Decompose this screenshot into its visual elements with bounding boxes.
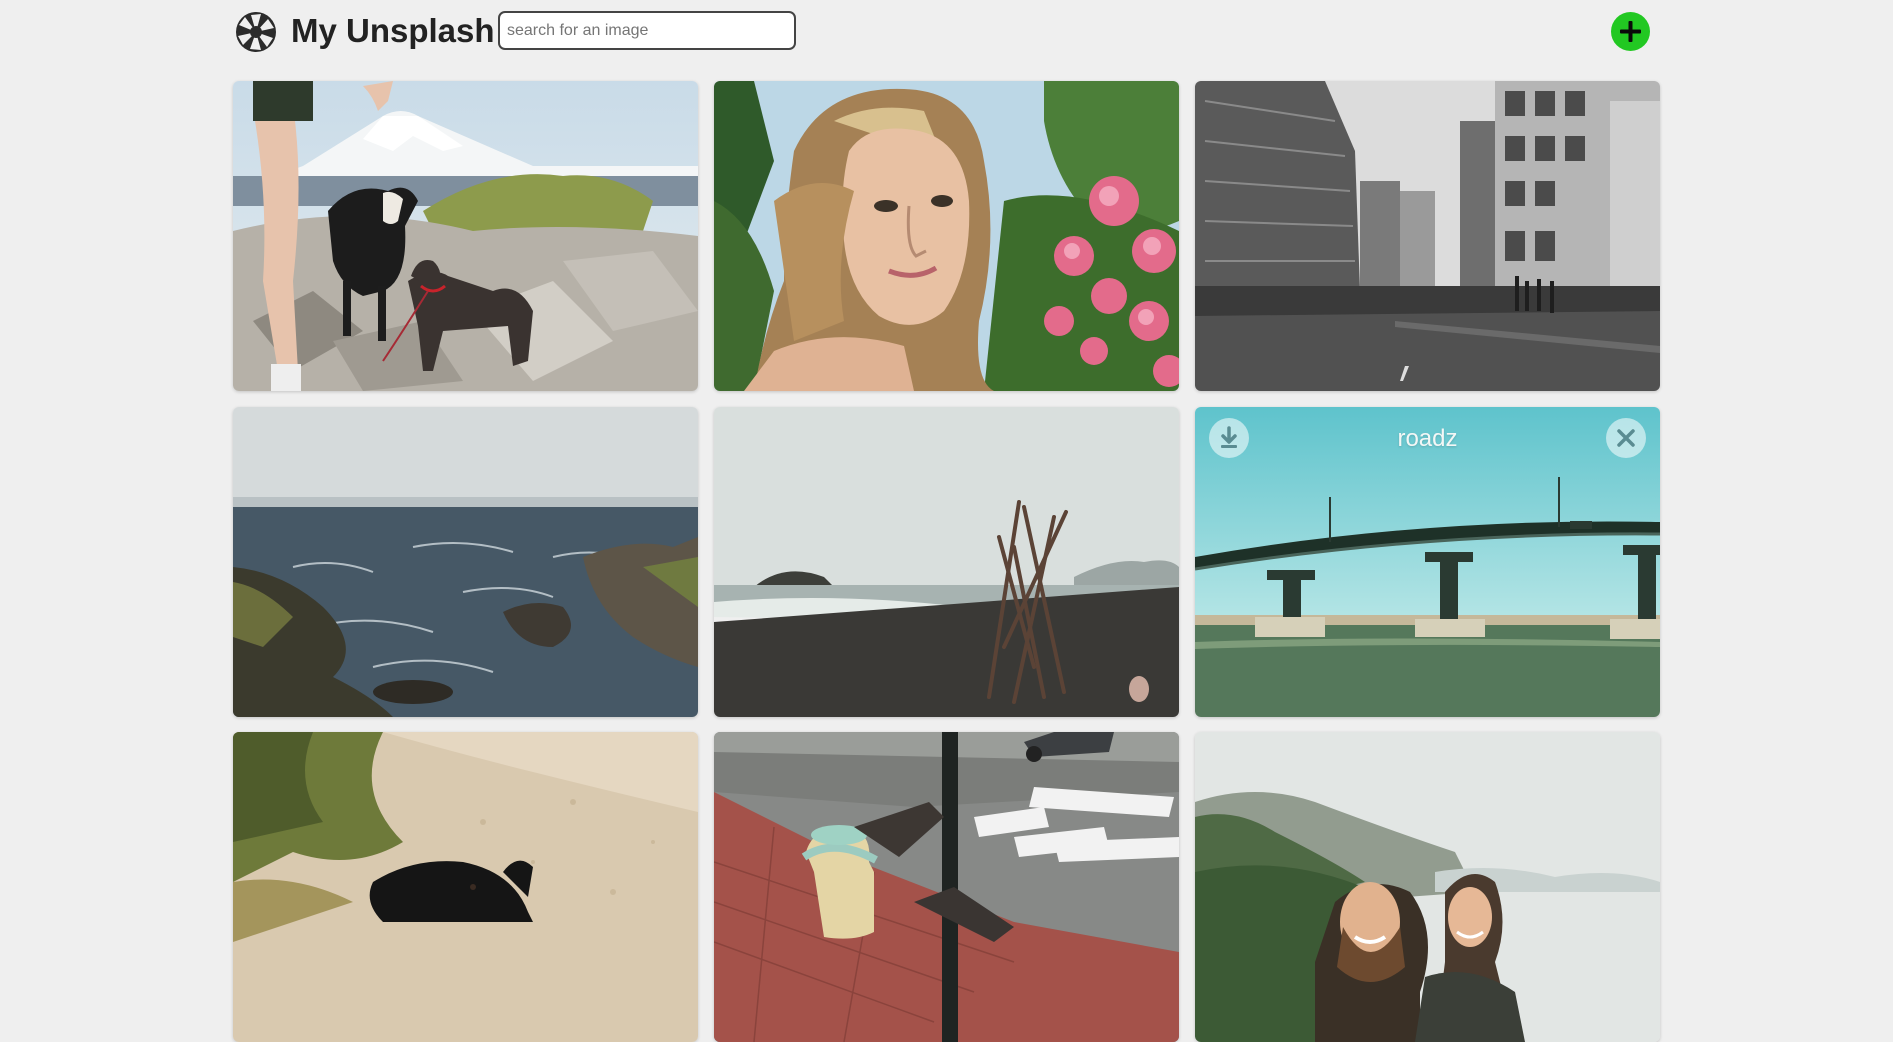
header: My Unsplash: [0, 0, 1893, 62]
add-photo-button[interactable]: [1611, 12, 1650, 51]
image-card[interactable]: [1195, 732, 1660, 1042]
image-card[interactable]: [714, 732, 1179, 1042]
camera-aperture-icon[interactable]: [235, 11, 277, 53]
app-title: My Unsplash: [291, 12, 495, 49]
image-card[interactable]: [233, 407, 698, 717]
image-card[interactable]: [714, 407, 1179, 717]
search-input[interactable]: [498, 11, 796, 50]
photo-black-dog-path: [233, 732, 698, 1042]
image-card[interactable]: [714, 81, 1179, 391]
image-card[interactable]: [1195, 81, 1660, 391]
photo-ocean-coast: [233, 407, 698, 717]
image-card[interactable]: [233, 81, 698, 391]
photo-driftwood-beach: [714, 407, 1179, 717]
delete-button[interactable]: [1606, 418, 1646, 458]
plus-icon: [1620, 21, 1641, 42]
photo-couple-coast: [1195, 732, 1660, 1042]
image-card[interactable]: [233, 732, 698, 1042]
photo-dogs-mountain: [233, 81, 698, 391]
photo-city-street: [1195, 81, 1660, 391]
close-icon: [1617, 429, 1635, 447]
image-card-hovered[interactable]: roadz: [1195, 407, 1660, 717]
card-hover-overlay: roadz: [1195, 407, 1660, 467]
image-label: roadz: [1397, 425, 1458, 452]
photo-woman-portrait: [714, 81, 1179, 391]
photo-hydrant-street: [714, 732, 1179, 1042]
